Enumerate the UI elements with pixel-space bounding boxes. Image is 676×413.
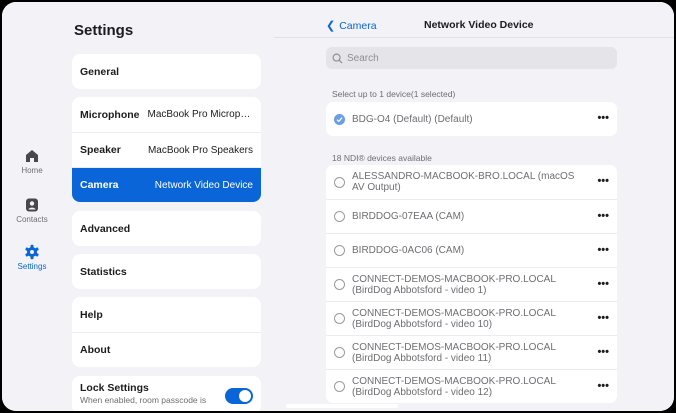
- device-name: CONNECT-DEMOS-MACBOOK-PRO.LOCAL (BirdDog…: [352, 307, 556, 330]
- nav-home[interactable]: Home: [2, 148, 62, 175]
- home-indicator[interactable]: [286, 404, 398, 408]
- radio-unchecked-icon: [334, 245, 345, 256]
- more-options-icon[interactable]: •••: [597, 245, 609, 256]
- device-name: CONNECT-DEMOS-MACBOOK-PRO.LOCAL (BirdDog…: [352, 375, 556, 398]
- home-icon: [26, 150, 38, 162]
- nav-settings-label: Settings: [17, 262, 47, 271]
- av-card: Microphone MacBook Pro Micropho... Speak…: [72, 97, 261, 202]
- radio-unchecked-icon: [334, 347, 345, 358]
- settings-item-advanced[interactable]: Advanced: [72, 211, 261, 246]
- general-card: General: [72, 54, 261, 89]
- advanced-card: Advanced: [72, 211, 261, 246]
- back-label: Camera: [339, 19, 377, 32]
- more-options-icon[interactable]: •••: [597, 176, 609, 187]
- statistics-card: Statistics: [72, 254, 261, 289]
- device-name: CONNECT-DEMOS-MACBOOK-PRO.LOCAL (BirdDog…: [352, 341, 556, 364]
- contacts-icon: [26, 198, 38, 212]
- gear-icon: [25, 244, 39, 260]
- back-button[interactable]: ❮ Camera: [326, 19, 377, 33]
- settings-item-label: Speaker: [80, 144, 121, 156]
- settings-item-label: General: [80, 65, 120, 78]
- device-name: BDG-O4 (Default) (Default): [352, 113, 473, 125]
- settings-item-camera[interactable]: Camera Network Video Device: [72, 167, 261, 202]
- more-options-icon[interactable]: •••: [597, 113, 609, 124]
- settings-item-label: Advanced: [80, 222, 131, 235]
- device-row[interactable]: CONNECT-DEMOS-MACBOOK-PRO.LOCAL (BirdDog…: [326, 267, 617, 301]
- selected-device-list: BDG-O4 (Default) (Default) •••: [326, 102, 617, 136]
- device-name: BIRDDOG-07EAA (CAM): [352, 211, 465, 222]
- device-name: BIRDDOG-0AC06 (CAM): [352, 245, 465, 256]
- lock-card: Lock Settings When enabled, room passcod…: [72, 376, 261, 411]
- settings-item-help[interactable]: Help: [72, 297, 261, 332]
- settings-item-value: MacBook Pro Micropho...: [147, 109, 254, 120]
- radio-unchecked-icon: [334, 279, 345, 290]
- chevron-left-icon: ❮: [326, 20, 336, 32]
- device-row[interactable]: CONNECT-DEMOS-MACBOOK-PRO.LOCAL (BirdDog…: [326, 369, 617, 403]
- available-count: 18 NDI® devices available: [332, 153, 432, 163]
- radio-unchecked-icon: [334, 313, 345, 324]
- radio-unchecked-icon: [334, 211, 345, 222]
- more-options-icon[interactable]: •••: [597, 211, 609, 222]
- more-options-icon[interactable]: •••: [597, 347, 609, 358]
- settings-column: Settings General Microphone MacBook Pro …: [62, 2, 274, 411]
- device-name: CONNECT-DEMOS-MACBOOK-PRO.LOCAL (BirdDog…: [352, 273, 556, 296]
- more-options-icon[interactable]: •••: [597, 313, 609, 324]
- available-device-list: ALESSANDRO-MACBOOK-BRO.LOCAL (macOS AV O…: [326, 165, 617, 403]
- more-options-icon[interactable]: •••: [597, 381, 609, 392]
- nav-settings[interactable]: Settings: [2, 244, 62, 271]
- device-row[interactable]: CONNECT-DEMOS-MACBOOK-PRO.LOCAL (BirdDog…: [326, 335, 617, 369]
- settings-item-label: Camera: [80, 179, 119, 191]
- device-row-selected[interactable]: BDG-O4 (Default) (Default) •••: [326, 102, 617, 136]
- device-frame: Home Contacts Settings Settings General …: [0, 0, 676, 413]
- settings-title: Settings: [74, 22, 134, 39]
- settings-item-lock: Lock Settings When enabled, room passcod…: [72, 376, 261, 411]
- settings-item-statistics[interactable]: Statistics: [72, 254, 261, 289]
- settings-item-general[interactable]: General: [72, 54, 261, 89]
- more-options-icon[interactable]: •••: [597, 279, 609, 290]
- settings-item-about[interactable]: About: [72, 332, 261, 367]
- select-hint: Select up to 1 device(1 selected): [332, 89, 456, 99]
- radio-unchecked-icon: [334, 176, 345, 188]
- device-name: ALESSANDRO-MACBOOK-BRO.LOCAL (macOS AV O…: [352, 171, 575, 193]
- device-row[interactable]: ALESSANDRO-MACBOOK-BRO.LOCAL (macOS AV O…: [326, 165, 617, 199]
- device-row[interactable]: CONNECT-DEMOS-MACBOOK-PRO.LOCAL (BirdDog…: [326, 301, 617, 335]
- radio-unchecked-icon: [334, 381, 345, 392]
- nav-rail: Home Contacts Settings: [2, 2, 62, 411]
- device-row[interactable]: BIRDDOG-07EAA (CAM) •••: [326, 199, 617, 233]
- search-field: [326, 47, 617, 69]
- settings-item-speaker[interactable]: Speaker MacBook Pro Speakers: [72, 132, 261, 167]
- settings-item-value: Network Video Device: [154, 179, 253, 191]
- nav-home-label: Home: [21, 166, 43, 175]
- search-input[interactable]: [347, 52, 597, 64]
- help-card: Help About: [72, 297, 261, 367]
- settings-item-value: MacBook Pro Speakers: [147, 144, 253, 156]
- device-row[interactable]: BIRDDOG-0AC06 (CAM) •••: [326, 233, 617, 267]
- settings-item-label: About: [80, 344, 111, 356]
- settings-item-label: Statistics: [80, 265, 127, 278]
- pane-title: Network Video Device: [424, 19, 534, 31]
- settings-item-label: Help: [80, 308, 103, 321]
- nav-contacts[interactable]: Contacts: [2, 197, 62, 224]
- radio-checked-icon: [334, 113, 345, 125]
- settings-item-label: Microphone: [80, 108, 140, 121]
- app-window: Home Contacts Settings Settings General …: [2, 2, 674, 411]
- nav-contacts-label: Contacts: [16, 215, 48, 224]
- search-icon: [332, 53, 343, 64]
- settings-item-microphone[interactable]: Microphone MacBook Pro Micropho...: [72, 97, 261, 132]
- pane-header: ❮ Camera Network Video Device: [274, 2, 674, 38]
- lock-settings-toggle[interactable]: [225, 388, 253, 404]
- device-pane: ❮ Camera Network Video Device Select up …: [274, 2, 674, 411]
